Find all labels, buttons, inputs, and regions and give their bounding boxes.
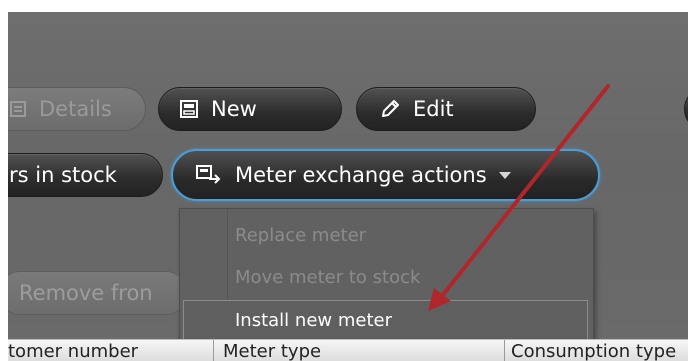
details-label: Details (39, 97, 112, 121)
edit-pencil-icon (379, 98, 401, 120)
meter-exchange-icon (195, 164, 223, 186)
dropdown-caret-icon (498, 171, 511, 179)
column-separator (504, 340, 505, 361)
details-icon (9, 100, 27, 118)
meter-exchange-menu: Replace meter Move meter to stock Instal… (179, 208, 594, 348)
details-button[interactable]: Details (8, 87, 146, 131)
column-consumption-type[interactable]: Consumption type (511, 341, 676, 361)
column-meter-type[interactable]: Meter type (223, 341, 321, 361)
remove-from-label: Remove fron (19, 281, 153, 305)
new-label: New (211, 97, 257, 121)
menu-item-replace-meter[interactable]: Replace meter (235, 225, 366, 246)
menu-item-move-meter-to-stock[interactable]: Move meter to stock (235, 267, 420, 288)
new-icon (179, 99, 199, 119)
partial-button-right[interactable] (684, 87, 688, 131)
menu-item-install-new-meter[interactable]: Install new meter (235, 310, 392, 331)
column-separator (213, 340, 214, 361)
toolbar-panel: Details New Edit rs in stock Meter excha… (8, 12, 688, 361)
remove-from-button[interactable]: Remove fron (8, 271, 188, 315)
meters-in-stock-label: rs in stock (9, 163, 117, 187)
meter-exchange-actions-dropdown[interactable]: Meter exchange actions (171, 149, 600, 201)
meter-exchange-label: Meter exchange actions (235, 163, 487, 187)
edit-button[interactable]: Edit (356, 87, 536, 131)
column-customer-number[interactable]: tomer number (8, 341, 138, 361)
new-button[interactable]: New (158, 87, 342, 131)
meters-in-stock-button[interactable]: rs in stock (8, 153, 163, 197)
edit-label: Edit (413, 97, 454, 121)
grid-header: tomer number Meter type Consumption type (8, 339, 688, 361)
